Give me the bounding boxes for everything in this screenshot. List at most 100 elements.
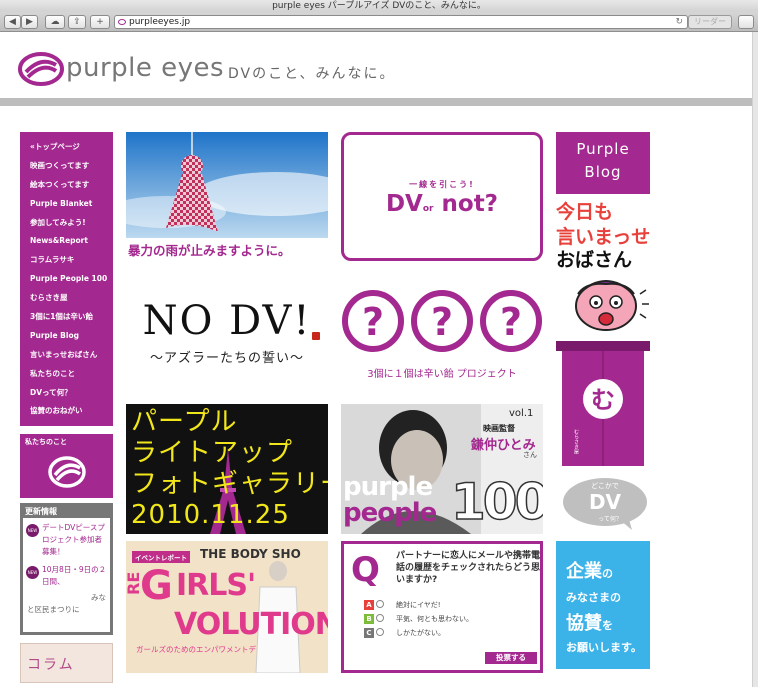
bubble-bottom-text: って何？ (598, 515, 622, 523)
light-up-date: 2010.11.25 (131, 500, 290, 530)
what-is-dv-bubble-icon[interactable]: どこかで DV って何？ (560, 476, 650, 532)
sponsor-banner[interactable]: 企業の みなさまの 協賛を お願いします。 (556, 541, 650, 669)
sponsor-line1-big: 企業 (566, 561, 602, 582)
light-up-line: パープル (131, 407, 238, 437)
nav-what-is-dv[interactable]: DVって何？ (20, 384, 113, 403)
about-us-label: 私たちのこと (25, 438, 67, 446)
reload-icon[interactable]: ↻ (675, 16, 683, 28)
dv-or-not-subtitle: 一線を引こう! (409, 180, 475, 189)
murasakiya-noren-icon[interactable]: む むらさき屋 (556, 341, 650, 466)
option-text: 平気、何とも思わない。 (396, 615, 473, 623)
nav-column[interactable]: コラムラサキ (20, 251, 113, 270)
cloud-icon[interactable]: ☁ (45, 15, 65, 29)
poll-option-b[interactable]: B 平気、何とも思わない。 (364, 614, 473, 625)
vote-button[interactable]: 投票する (485, 652, 537, 664)
purple-people-100-banner[interactable]: vol.1 映画監督 鎌仲ひとみ さん purple people 100 (341, 404, 543, 534)
svg-text:?: ? (362, 300, 384, 344)
teru-teru-bozu-photo-icon (126, 132, 328, 238)
browser-window: purple eyes パープルアイズ DVのこと、みんなに。 ◀ ▶ ☁ ⇪ … (0, 0, 758, 687)
news-item[interactable]: NEW 10月8日・9日の２日間、 (23, 560, 110, 590)
event-report-tag: イベントレポート (132, 551, 190, 563)
option-letter: C (364, 628, 374, 638)
nav-sponsor[interactable]: 協賛のおねがい (20, 402, 113, 421)
girls-revolution-banner[interactable]: イベントレポート THE BODY SHO G RE IRLS' VOLUTIO… (126, 541, 328, 673)
rain-caption: 暴力の雨が止みますように。 (128, 243, 291, 258)
no-dv-banner[interactable]: NO DV! 〜アズラーたちの誓い〜 (126, 280, 328, 392)
news-list[interactable]: NEW デートDVピースプロジェクト参加者募集！ NEW 10月8日・9日の２日… (23, 518, 110, 632)
back-icon[interactable]: ◀ (4, 15, 21, 29)
purple-blog-button[interactable]: Purple Blog (556, 132, 650, 194)
obasan-label[interactable]: おばさん (556, 248, 632, 273)
radio-button[interactable] (376, 628, 384, 636)
nav-obasan[interactable]: 言いまっせおばさん (20, 346, 113, 365)
nav-join[interactable]: 参加してみよう! (20, 214, 113, 233)
blog-label-line2: Blog (584, 163, 622, 181)
no-dv-subtitle: 〜アズラーたちの誓い〜 (149, 351, 304, 366)
address-bar[interactable]: purpleeyes.jp ↻ (114, 15, 688, 29)
forward-icon[interactable]: ▶ (21, 15, 38, 29)
obasan-face-icon[interactable] (566, 272, 650, 334)
people-role: 映画監督 (483, 424, 515, 433)
rain-banner[interactable]: 暴力の雨が止みますように。 (126, 132, 328, 262)
news-item-text: 10月8日・9日の２日間、 (42, 565, 107, 586)
bubble-main-text: DV (589, 490, 622, 514)
light-up-gallery-banner[interactable]: パープル ライトアップ フォトギャラリー 2010.11.25 (126, 404, 328, 534)
downloads-icon[interactable] (738, 15, 754, 29)
nav-murasakiya[interactable]: むらさき屋 (20, 289, 113, 308)
browser-toolbar: ◀ ▶ ☁ ⇪ + purpleeyes.jp ↻ リーダー (0, 12, 758, 32)
dv-or-not-banner[interactable]: 一線を引こう! DVor not? (341, 132, 543, 261)
candy-project-banner[interactable]: ? ? ? 3個に１個は辛い飴 プロジェクト (341, 280, 543, 392)
poll-option-a[interactable]: A 絶対にイヤだ! (364, 600, 441, 611)
sponsor-line3-big: 協賛 (566, 613, 602, 634)
people-purple-word: purple (343, 472, 433, 502)
header-divider (0, 98, 752, 106)
sponsor-line3: 協賛を (566, 609, 613, 635)
purple-eye-logo-icon[interactable] (18, 52, 64, 86)
new-badge: NEW (26, 566, 39, 579)
sponsor-line1: 企業の (566, 557, 613, 583)
svg-text:む: む (591, 386, 615, 414)
column-banner[interactable]: コラム (20, 643, 113, 683)
logo-text[interactable]: purple eyes (66, 53, 224, 83)
obasan-heading[interactable]: 今日も 言いまっせ (556, 200, 656, 250)
people-100-number: 100 (450, 473, 543, 531)
nav-picture-book[interactable]: 絵本つくってます (20, 176, 113, 195)
share-icon[interactable]: ⇪ (68, 15, 86, 29)
poll-widget: Q パートナーに恋人にメールや携帯電話の履歴をチェックされたらどう思いますか? … (341, 541, 543, 673)
nav-news-report[interactable]: News&Report (20, 232, 113, 251)
light-up-text: パープル ライトアップ フォトギャラリー 2010.11.25 (131, 407, 328, 531)
news-item[interactable]: NEW デートDVピースプロジェクト参加者募集！ (23, 518, 110, 560)
nav-purple-blog[interactable]: Purple Blog (20, 327, 113, 346)
column-label: コラム (27, 657, 75, 673)
radio-button[interactable] (376, 614, 384, 622)
girls-volution-letters: VOLUTION (174, 607, 328, 642)
nav-about[interactable]: 私たちのこと (20, 365, 113, 384)
nav-purple-blanket[interactable]: Purple Blanket (20, 195, 113, 214)
new-tab-icon[interactable]: + (90, 15, 110, 29)
candy-project-caption: 3個に１個は辛い飴 プロジェクト (367, 369, 517, 380)
option-text: しかたがない。 (396, 629, 445, 637)
url-text: purpleeyes.jp (129, 17, 191, 27)
vertical-scrollbar[interactable] (752, 32, 758, 687)
nav-purple-people[interactable]: Purple People 100 (20, 270, 113, 289)
news-title: 更新情報 (25, 507, 57, 516)
obasan-heading-line1: 今日も (556, 201, 614, 223)
reader-button[interactable]: リーダー (688, 15, 732, 29)
nav-top-page[interactable]: «トップページ (20, 138, 113, 157)
new-badge: NEW (26, 524, 39, 537)
favicon-icon (118, 19, 126, 25)
news-extra-line: みな (91, 593, 106, 602)
body-shop-sign: THE BODY SHO (200, 547, 301, 561)
window-title: purple eyes パープルアイズ DVのこと、みんなに。 (0, 0, 758, 12)
people-honorific: さん (523, 451, 537, 459)
poll-option-c[interactable]: C しかたがない。 (364, 628, 445, 639)
nav-candy-project[interactable]: 3個に1個は辛い飴 (20, 308, 113, 327)
news-panel: 更新情報 NEW デートDVピースプロジェクト参加者募集！ NEW 10月8日・… (20, 503, 113, 635)
sponsor-line3-small: を (602, 619, 613, 632)
site-tagline: DVのこと、みんなに。 (228, 66, 396, 82)
svg-text:?: ? (500, 300, 522, 344)
about-us-banner[interactable]: 私たちのこと (20, 434, 113, 498)
radio-button[interactable] (376, 600, 384, 608)
no-dv-title: NO DV! (142, 298, 312, 344)
nav-movie[interactable]: 映画つくってます (20, 157, 113, 176)
